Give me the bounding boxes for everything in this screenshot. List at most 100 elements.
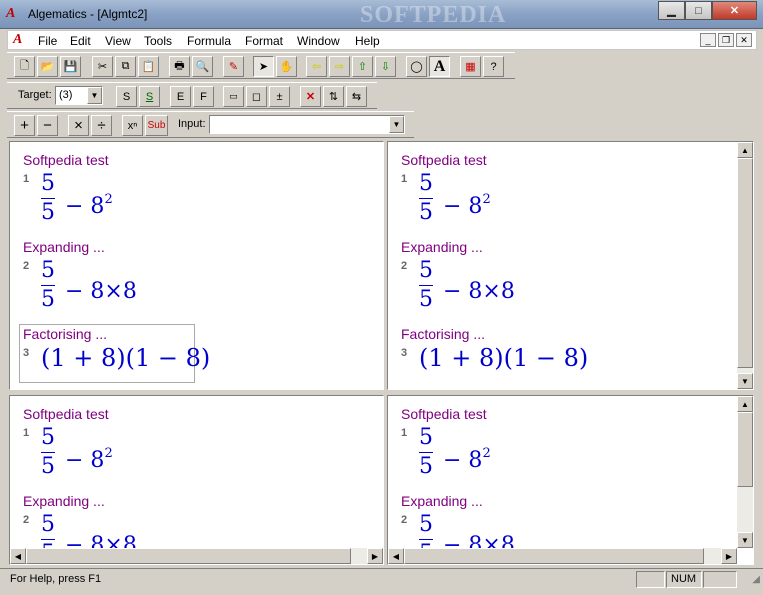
box-icon[interactable]: ◻ [246, 86, 267, 107]
exponent: 2 [104, 192, 113, 207]
swap-vertical-icon[interactable]: ⇅ [323, 86, 344, 107]
sub-button[interactable]: Sub [145, 115, 168, 136]
title-bar: A Algematics - [Algmtc2] SOFTPEDIA ▁ □ ✕ [0, 0, 763, 29]
exponent: 2 [104, 446, 113, 461]
cancel-x-icon[interactable]: ✕ [300, 86, 321, 107]
status-help-text: For Help, press F1 [10, 573, 102, 585]
scroll-down-icon[interactable]: ▼ [737, 373, 753, 389]
menu-file[interactable]: File [38, 34, 57, 48]
mdi-minimize-button[interactable]: _ [700, 33, 716, 47]
formula-block-2[interactable]: Expanding ... 2 55 − 8×8 [19, 239, 379, 319]
s-underline-button[interactable]: S [139, 86, 160, 107]
block-title: Expanding ... [23, 239, 105, 255]
app-icon[interactable]: A [6, 6, 22, 22]
text-style-icon[interactable]: A [429, 56, 450, 77]
paste-icon[interactable]: 📋 [138, 56, 159, 77]
formula-block-2[interactable]: Expanding ... 2 55 − 8×8 [397, 239, 737, 319]
pane-top-right[interactable]: Softpedia test 1 55 − 82 Expanding ... 2… [387, 141, 754, 390]
scroll-thumb[interactable] [737, 158, 753, 368]
save-icon[interactable]: 💾 [60, 56, 81, 77]
e-button[interactable]: E [170, 86, 191, 107]
scroll-thumb[interactable] [404, 548, 704, 564]
formula-block-1[interactable]: Softpedia test 1 55 − 82 [19, 152, 379, 232]
horizontal-scrollbar[interactable]: ◀ ▶ [10, 548, 383, 564]
arrow-right-icon[interactable]: ⇨ [329, 56, 350, 77]
arrow-up-icon[interactable]: ⇧ [352, 56, 373, 77]
input-combo[interactable]: ▼ [209, 115, 405, 134]
block-title: Softpedia test [23, 152, 109, 168]
scroll-up-icon[interactable]: ▲ [737, 396, 753, 412]
scroll-down-icon[interactable]: ▼ [737, 532, 753, 548]
menu-formula[interactable]: Formula [187, 34, 231, 48]
resize-grip-icon[interactable]: ◢ [752, 574, 760, 585]
minus-button[interactable]: − [37, 115, 58, 136]
menu-view[interactable]: View [105, 34, 131, 48]
formula-block-3[interactable]: Factorising ... 3 (1 + 8)(1 − 8) [397, 326, 588, 386]
copy-icon[interactable]: ⧉ [115, 56, 136, 77]
divide-button[interactable]: ÷ [91, 115, 112, 136]
chevron-down-icon[interactable]: ▼ [389, 116, 404, 133]
lasso-icon[interactable]: ◯ [406, 56, 427, 77]
arrow-down-icon[interactable]: ⇩ [375, 56, 396, 77]
vertical-scrollbar[interactable]: ▲ ▼ [737, 142, 753, 389]
scroll-right-icon[interactable]: ▶ [721, 548, 737, 564]
block-number: 1 [23, 173, 30, 185]
arrow-left-icon[interactable]: ⇦ [306, 56, 327, 77]
menu-help[interactable]: Help [355, 34, 380, 48]
scroll-left-icon[interactable]: ◀ [388, 548, 404, 564]
color-palette-icon[interactable]: ▦ [460, 56, 481, 77]
horizontal-scrollbar[interactable]: ◀ ▶ [388, 548, 737, 564]
pane-bottom-right[interactable]: Softpedia test 1 55 − 82 Expanding ... 2… [387, 395, 754, 565]
times-button[interactable]: × [68, 115, 89, 136]
hand-icon[interactable]: ✋ [276, 56, 297, 77]
f-button[interactable]: F [193, 86, 214, 107]
scroll-right-icon[interactable]: ▶ [367, 548, 383, 564]
block-number: 2 [23, 260, 30, 272]
document-icon[interactable]: A [13, 32, 22, 48]
maximize-button[interactable]: □ [685, 1, 712, 20]
pane-top-left[interactable]: Softpedia test 1 55 − 82 Expanding ... 2… [9, 141, 384, 390]
plus-button[interactable]: + [14, 115, 35, 136]
pane-bottom-left[interactable]: Softpedia test 1 55 − 82 Expanding ... 2… [9, 395, 384, 565]
print-preview-icon[interactable]: 🔍 [192, 56, 213, 77]
block-title: Softpedia test [401, 406, 487, 422]
mdi-restore-button[interactable]: ❐ [718, 33, 734, 47]
edit-pencil-icon[interactable]: ✎ [223, 56, 244, 77]
menu-tools[interactable]: Tools [144, 34, 172, 48]
status-bar: For Help, press F1 NUM ◢ [0, 568, 763, 589]
chevron-down-icon[interactable]: ▼ [87, 87, 102, 104]
new-icon[interactable]: 🗋 [14, 56, 35, 77]
target-select[interactable]: (3) ▼ [55, 86, 103, 105]
fraction: 55 [41, 259, 55, 312]
formula-block-1[interactable]: Softpedia test 1 55 − 82 [397, 152, 737, 232]
scroll-up-icon[interactable]: ▲ [737, 142, 753, 158]
print-icon[interactable]: 🖶 [169, 56, 190, 77]
power-icon[interactable]: xⁿ [122, 115, 143, 136]
pointer-icon[interactable]: ➤ [253, 56, 274, 77]
menu-edit[interactable]: Edit [70, 34, 91, 48]
status-panel-scroll [703, 571, 737, 588]
block-title: Expanding ... [401, 239, 483, 255]
menu-window[interactable]: Window [297, 34, 340, 48]
open-icon[interactable]: 📂 [37, 56, 58, 77]
block-number: 2 [401, 514, 408, 526]
formula-block-3[interactable]: Factorising ... 3 (1 + 8)(1 − 8) [19, 326, 210, 386]
factored-expression: (1 + 8)(1 − 8) [41, 344, 211, 372]
formula-block-1[interactable]: Softpedia test 1 55 − 82 [397, 406, 737, 486]
scroll-left-icon[interactable]: ◀ [10, 548, 26, 564]
expression-tail: − 8 [65, 194, 105, 219]
formula-block-1[interactable]: Softpedia test 1 55 − 82 [19, 406, 379, 486]
close-button[interactable]: ✕ [712, 1, 757, 20]
cut-icon[interactable]: ✂ [92, 56, 113, 77]
plus-minus-button[interactable]: ± [269, 86, 290, 107]
context-help-icon[interactable]: ? [483, 56, 504, 77]
scroll-thumb[interactable] [737, 412, 753, 487]
swap-horizontal-icon[interactable]: ⇆ [346, 86, 367, 107]
mdi-close-button[interactable]: ✕ [736, 33, 752, 47]
minimize-button[interactable]: ▁ [658, 1, 685, 20]
menu-format[interactable]: Format [245, 34, 283, 48]
scroll-thumb[interactable] [26, 548, 351, 564]
s-button[interactable]: S [116, 86, 137, 107]
vertical-scrollbar[interactable]: ▲ ▼ [737, 396, 753, 548]
fraction-icon[interactable]: ▭ [223, 86, 244, 107]
